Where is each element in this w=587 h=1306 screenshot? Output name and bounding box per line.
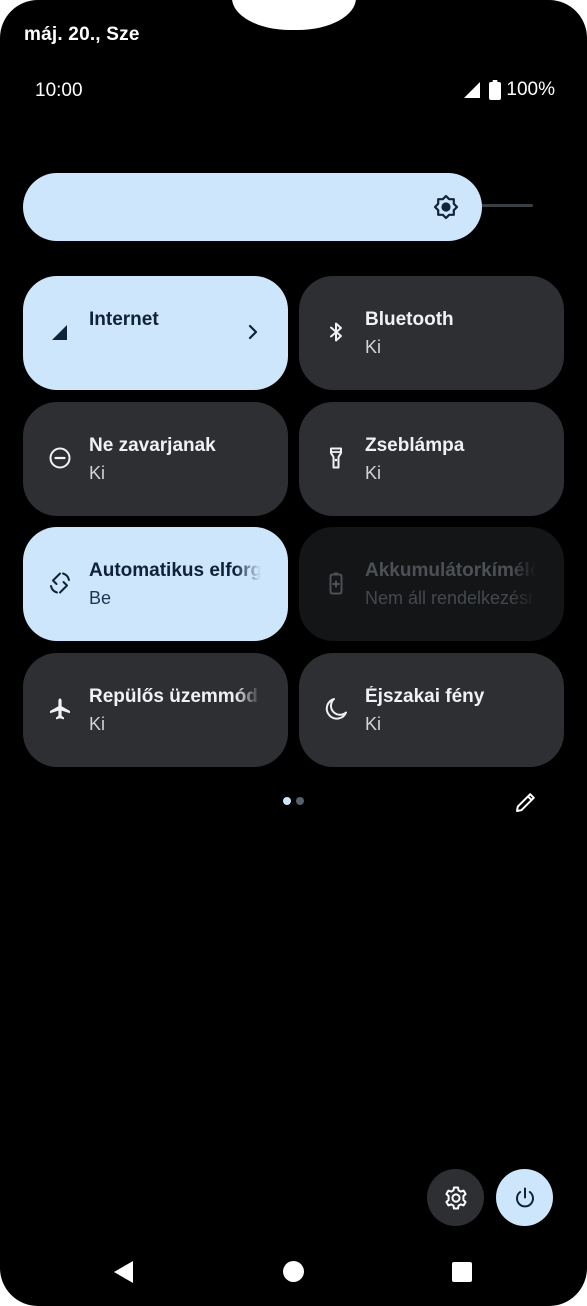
chevron-right-icon xyxy=(248,324,258,340)
tile-label: Akkumulátorkímélő xyxy=(365,560,537,581)
tile-bluetooth[interactable]: Bluetooth Ki xyxy=(299,276,564,390)
tile-label: Internet xyxy=(89,309,159,330)
battery-saver-icon xyxy=(329,572,343,595)
edit-pencil-icon[interactable] xyxy=(513,789,539,815)
status-date: máj. 20., Sze xyxy=(24,24,140,45)
page-dot-active xyxy=(283,797,291,805)
tile-state: Ki xyxy=(365,337,382,357)
tile-label: Repülős üzemmód xyxy=(89,686,258,707)
tile-flashlight[interactable]: Zseblámpa Ki xyxy=(299,402,564,516)
display-notch xyxy=(232,0,356,30)
auto-rotate-icon xyxy=(50,572,70,594)
nav-home-button[interactable] xyxy=(283,1261,304,1282)
nav-back-icon[interactable] xyxy=(112,1259,136,1285)
settings-button[interactable] xyxy=(427,1169,484,1226)
tile-state: Be xyxy=(89,588,112,608)
signal-strength-icon xyxy=(464,82,481,98)
tile-state: Ki xyxy=(365,463,382,483)
airplane-icon xyxy=(50,698,70,720)
gear-icon xyxy=(444,1186,467,1209)
do-not-disturb-icon xyxy=(49,447,71,469)
status-time: 10:00 xyxy=(35,80,83,101)
page-indicator xyxy=(283,797,309,805)
tile-label: Zseblámpa xyxy=(365,435,465,456)
tile-state: Ki xyxy=(89,463,106,483)
quick-settings-panel: máj. 20., Sze 10:00 100% Internet Blueto… xyxy=(0,0,587,1306)
tile-state: Ki xyxy=(365,714,382,734)
tile-label: Éjszakai fény xyxy=(365,686,485,707)
nav-recents-button[interactable] xyxy=(452,1262,472,1282)
tile-battery-saver: Akkumulátorkímélő Nem áll rendelkezésre xyxy=(299,527,564,641)
page-dot[interactable] xyxy=(296,797,304,805)
brightness-slider-track[interactable] xyxy=(478,204,533,207)
tile-label: Automatikus elforgatás xyxy=(89,560,261,581)
battery-percent: 100% xyxy=(506,79,555,100)
power-button[interactable] xyxy=(496,1169,553,1226)
brightness-slider[interactable] xyxy=(23,173,482,241)
night-light-icon xyxy=(325,698,347,720)
tile-airplane-mode[interactable]: Repülős üzemmód Ki xyxy=(23,653,288,767)
power-icon xyxy=(515,1187,534,1207)
tile-label: Ne zavarjanak xyxy=(89,435,216,456)
tile-do-not-disturb[interactable]: Ne zavarjanak Ki xyxy=(23,402,288,516)
tile-auto-rotate[interactable]: Automatikus elforgatás Be xyxy=(23,527,288,641)
bluetooth-icon xyxy=(330,322,342,342)
tile-state: Nem áll rendelkezésre xyxy=(365,588,537,608)
tile-state: Ki xyxy=(89,714,106,734)
tile-night-light[interactable]: Éjszakai fény Ki xyxy=(299,653,564,767)
flashlight-icon xyxy=(330,447,342,469)
tile-internet[interactable]: Internet xyxy=(23,276,288,390)
status-icons: 100% xyxy=(463,79,555,101)
tile-label: Bluetooth xyxy=(365,309,454,330)
cellular-signal-icon xyxy=(52,325,67,340)
battery-icon xyxy=(489,80,502,100)
brightness-icon xyxy=(433,194,459,220)
